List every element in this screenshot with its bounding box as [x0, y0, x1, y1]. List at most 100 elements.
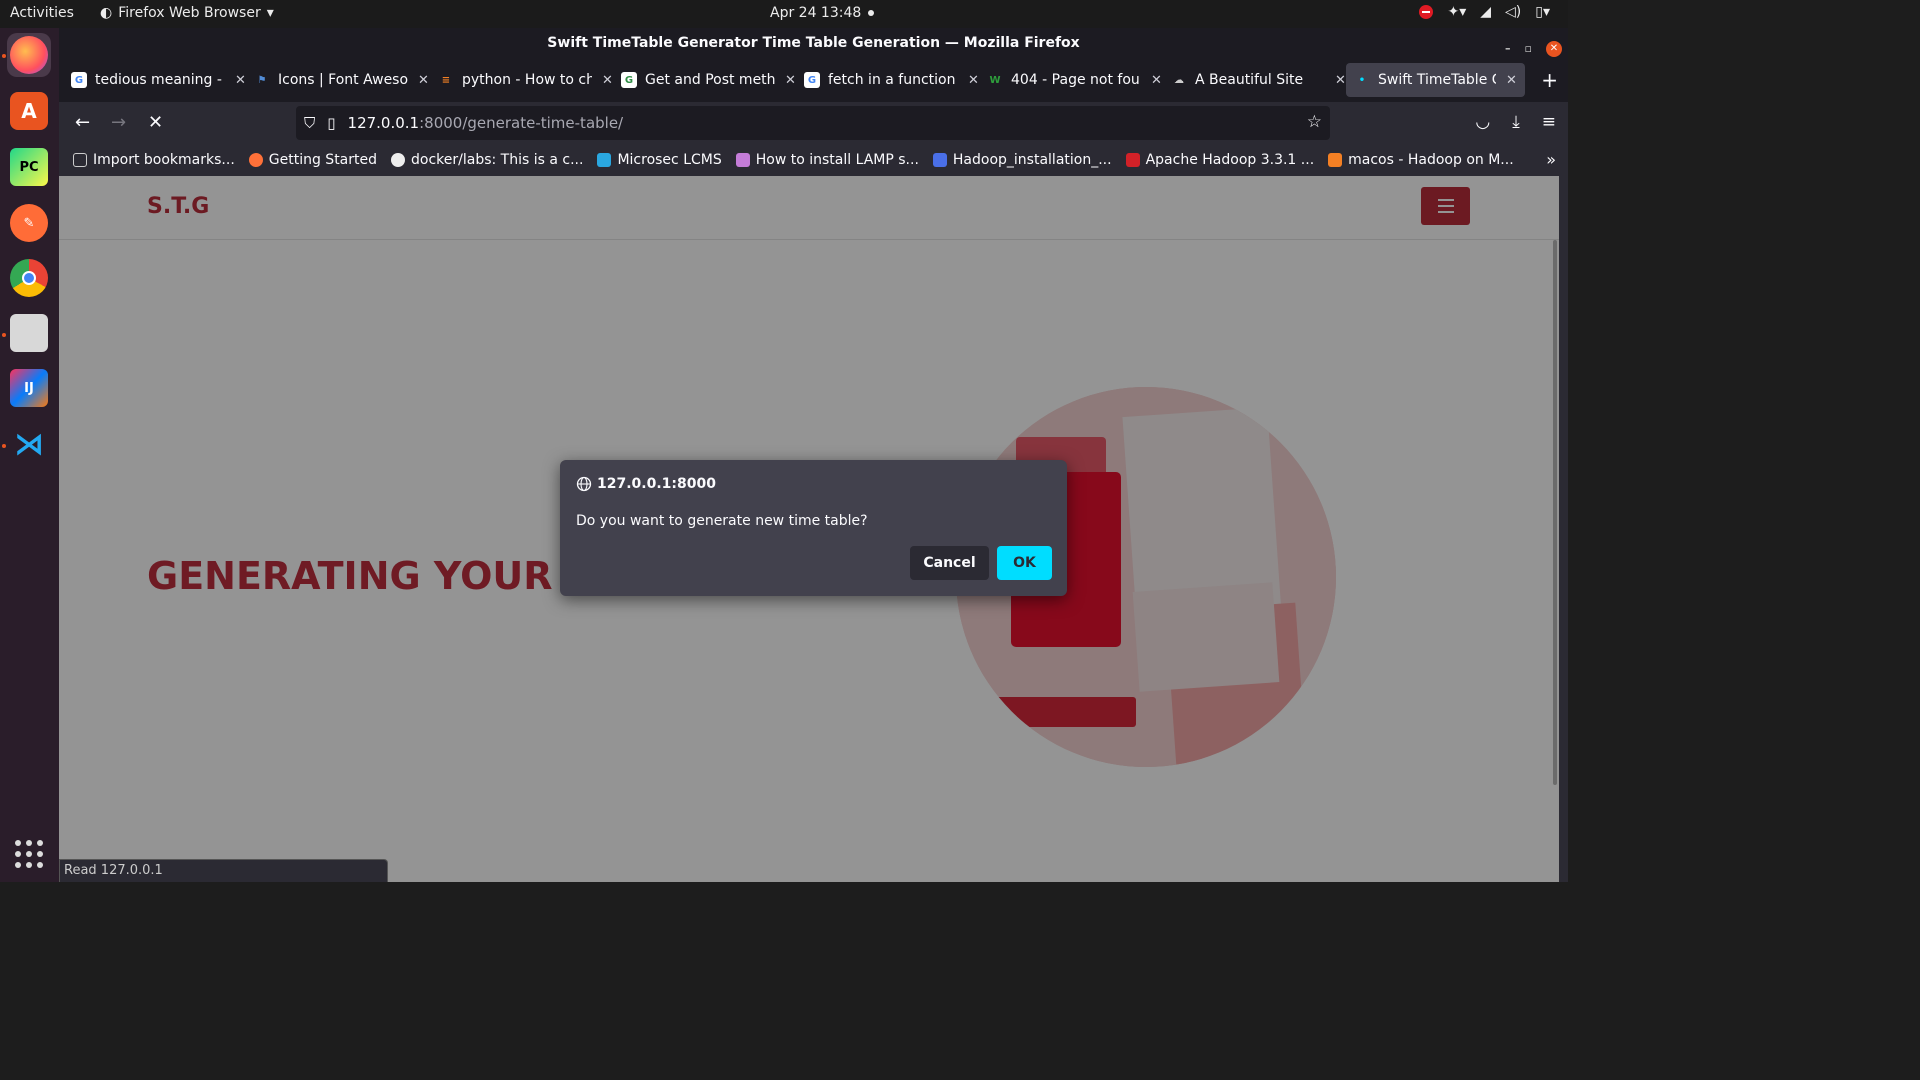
bookmark-item[interactable]: Getting Started [248, 152, 377, 168]
window-title: Swift TimeTable Generator Time Table Gen… [547, 35, 1080, 51]
docs-icon [932, 153, 947, 167]
app-menu-label: Firefox Web Browser [118, 5, 261, 21]
wifi-icon: ◢ [1480, 4, 1492, 20]
chrome-icon [10, 259, 48, 297]
do-not-disturb-icon [1419, 5, 1434, 19]
dialog-origin: 127.0.0.1:8000 [597, 476, 716, 492]
vscode-icon: ⋊ [14, 426, 44, 462]
shield-icon [597, 153, 612, 167]
cancel-button[interactable]: Cancel [910, 546, 989, 580]
running-indicator [2, 444, 6, 448]
dock-chrome[interactable] [7, 256, 51, 300]
page-icon[interactable]: ▯ [327, 114, 335, 132]
cloud-icon: ☁ [1174, 74, 1184, 86]
bookmark-item[interactable]: Microsec LCMS [597, 152, 722, 168]
tab-0[interactable]: G tedious meaning - ✕ [63, 63, 254, 97]
close-window-icon[interactable]: ✕ [1546, 41, 1562, 57]
confirm-dialog: 127.0.0.1:8000 Do you want to generate n… [560, 460, 1067, 596]
files-icon [10, 314, 48, 352]
dock-pycharm[interactable]: PC [7, 145, 51, 189]
import-icon [73, 153, 87, 167]
url-path: :8000/generate-time-table/ [419, 114, 624, 132]
dock-software[interactable]: A [7, 89, 51, 133]
dock-firefox[interactable] [7, 33, 51, 77]
ok-button[interactable]: OK [997, 546, 1052, 580]
new-tab-button[interactable]: + [1541, 68, 1558, 92]
bookmark-item[interactable]: Apache Hadoop 3.3.1 ... [1125, 152, 1314, 168]
dock-postman[interactable]: ✎ [7, 201, 51, 245]
close-icon[interactable]: ✕ [785, 73, 796, 88]
tab-5[interactable]: W 404 - Page not fou ✕ [979, 63, 1170, 97]
close-icon[interactable]: ✕ [1151, 73, 1162, 88]
bookmark-item[interactable]: Hadoop_installation_... [932, 152, 1112, 168]
web-page: S.T.G GENERATING YOUR TIME TABLE 127.0.0… [59, 176, 1559, 882]
tab-2[interactable]: ≡ python - How to ch ✕ [430, 63, 621, 97]
show-apps-icon[interactable] [15, 840, 43, 868]
dock-vscode[interactable]: ⋊ [7, 422, 51, 466]
close-icon[interactable]: ✕ [235, 73, 246, 88]
bookmark-item[interactable]: How to install LAMP s... [735, 152, 919, 168]
window-titlebar[interactable]: Swift TimeTable Generator Time Table Gen… [59, 28, 1568, 58]
firefox-icon [248, 153, 263, 167]
menu-icon[interactable]: ≡ [1542, 112, 1556, 132]
pocket-icon[interactable]: ◡ [1475, 112, 1490, 132]
stop-button[interactable]: ✕ [148, 112, 163, 133]
stackoverflow-icon [1328, 153, 1343, 167]
system-top-bar: Activities ◐ Firefox Web Browser ▾ Apr 2… [0, 0, 1568, 28]
tab-4[interactable]: G fetch in a function ✕ [796, 63, 987, 97]
w-icon: W [989, 74, 1001, 86]
firefox-icon [10, 36, 48, 74]
clock[interactable]: Apr 24 13:48 [770, 5, 861, 21]
activities-button[interactable]: Activities [10, 5, 74, 21]
volume-icon: ◁) [1505, 4, 1522, 20]
shield-icon[interactable]: ⛉ [304, 114, 315, 132]
loading-icon: • [1358, 74, 1366, 86]
close-icon[interactable]: ✕ [602, 73, 613, 88]
pycharm-icon: PC [10, 148, 48, 186]
flag-icon: ⚑ [257, 74, 267, 86]
firefox-window: Swift TimeTable Generator Time Table Gen… [59, 28, 1568, 882]
tab-6[interactable]: ☁ A Beautiful Site ✕ [1163, 63, 1354, 97]
status-bar: Read 127.0.0.1 [59, 859, 388, 882]
apache-icon [1125, 153, 1140, 167]
download-icon[interactable]: ⤓ [1512, 112, 1520, 132]
dialog-message: Do you want to generate new time table? [576, 513, 868, 529]
accessibility-icon[interactable]: ✦▾ [1447, 4, 1466, 20]
gfg-icon: G [621, 72, 637, 88]
chevron-down-icon: ▾ [266, 5, 274, 21]
firefox-small-icon: ◐ [100, 5, 113, 21]
dock-files[interactable] [7, 311, 51, 355]
dock-intellij[interactable]: IJ [7, 366, 51, 410]
running-indicator [2, 54, 6, 58]
running-indicator [2, 333, 6, 337]
dock: A PC ✎ IJ ⋊ [0, 28, 59, 882]
bookmarks-toolbar: Import bookmarks... Getting Started dock… [59, 144, 1568, 176]
star-icon[interactable]: ☆ [1307, 112, 1322, 132]
tab-7-active[interactable]: • Swift TimeTable G ✕ [1346, 63, 1525, 97]
close-icon[interactable]: ✕ [1335, 73, 1346, 88]
chevron-right-icon[interactable]: » [1546, 150, 1556, 169]
close-icon[interactable]: ✕ [1506, 73, 1517, 88]
intellij-icon: IJ [10, 369, 48, 407]
bookmark-item[interactable]: docker/labs: This is a c... [391, 152, 583, 168]
close-icon[interactable]: ✕ [418, 73, 429, 88]
google-icon: G [804, 72, 820, 88]
bookmark-item[interactable]: Import bookmarks... [73, 152, 235, 168]
github-icon [391, 153, 406, 167]
postman-icon: ✎ [10, 204, 48, 242]
software-center-icon: A [10, 92, 48, 130]
app-menu[interactable]: ◐ Firefox Web Browser ▾ [100, 5, 274, 21]
system-tray[interactable]: ✦▾ ◢ ◁) ▯▾ [1419, 4, 1550, 20]
url-bar[interactable]: ⛉ ▯ 127.0.0.1:8000/generate-time-table/ … [296, 106, 1330, 140]
forward-button[interactable]: → [111, 112, 126, 133]
tab-3[interactable]: G Get and Post meth ✕ [613, 63, 804, 97]
tab-strip: G tedious meaning - ✕ ⚑ Icons | Font Awe… [59, 58, 1568, 102]
tab-1[interactable]: ⚑ Icons | Font Aweso ✕ [246, 63, 437, 97]
notification-dot-icon [868, 10, 874, 16]
digitalocean-icon [735, 153, 750, 167]
back-button[interactable]: ← [75, 112, 90, 133]
stackoverflow-icon: ≡ [441, 74, 451, 86]
bookmark-item[interactable]: macos - Hadoop on M... [1328, 152, 1514, 168]
nav-toolbar: ← → ✕ ⛉ ▯ 127.0.0.1:8000/generate-time-t… [59, 102, 1568, 144]
close-icon[interactable]: ✕ [968, 73, 979, 88]
